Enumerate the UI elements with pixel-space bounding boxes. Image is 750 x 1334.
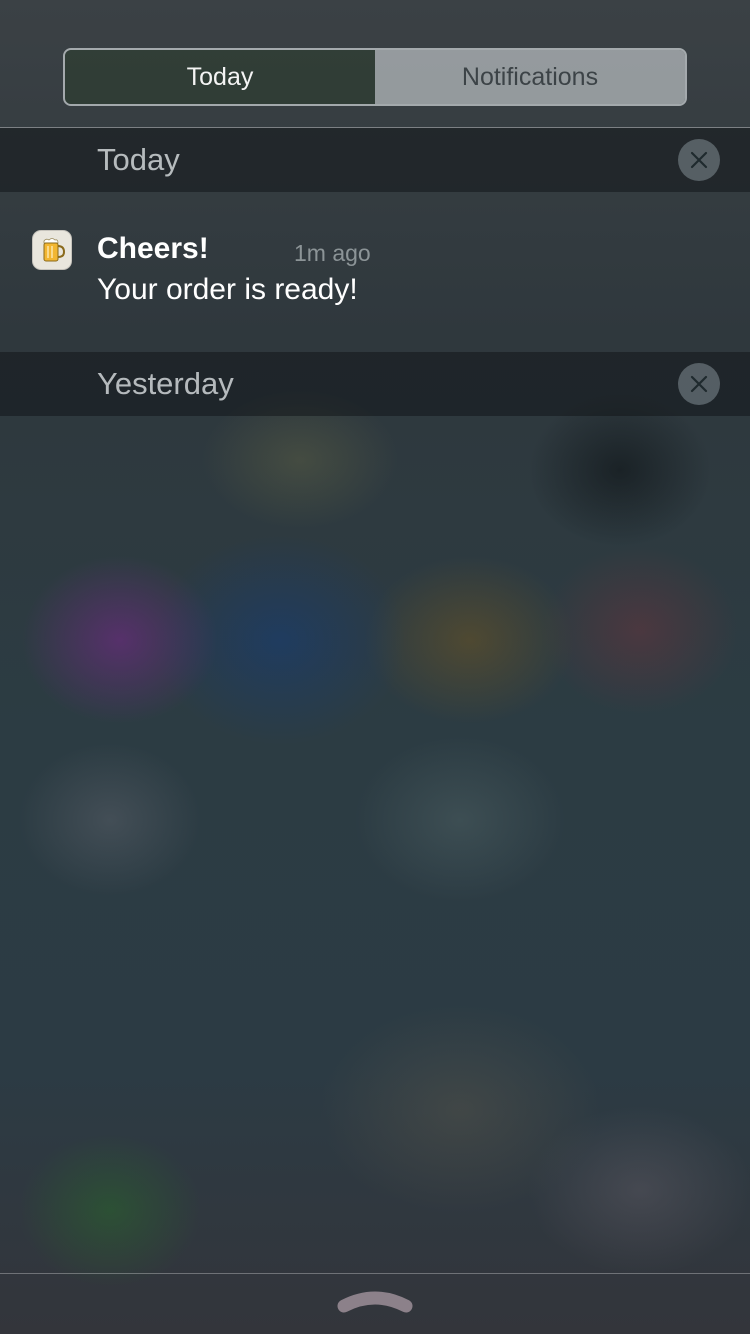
chevron-up-icon	[337, 1291, 413, 1313]
notification-body: Your order is ready!	[97, 273, 358, 306]
clear-yesterday-button[interactable]	[678, 363, 720, 405]
segmented-control: Today Notifications	[63, 48, 687, 106]
beer-mug-icon	[43, 238, 66, 262]
section-title: Yesterday	[97, 366, 234, 401]
notification-time: 1m ago	[294, 240, 371, 266]
notification-item[interactable]	[0, 192, 750, 352]
close-icon	[690, 151, 708, 169]
close-icon	[690, 375, 708, 393]
section-header-yesterday: Yesterday	[0, 352, 750, 416]
section-title: Today	[97, 142, 180, 177]
app-icon	[32, 230, 72, 270]
notification-title: Cheers!	[97, 232, 209, 265]
tab-today[interactable]: Today	[65, 50, 375, 104]
close-handle[interactable]	[336, 1284, 414, 1318]
tab-notifications[interactable]: Notifications	[375, 50, 685, 104]
divider	[0, 1273, 750, 1274]
section-header-today: Today	[0, 128, 750, 192]
clear-today-button[interactable]	[678, 139, 720, 181]
